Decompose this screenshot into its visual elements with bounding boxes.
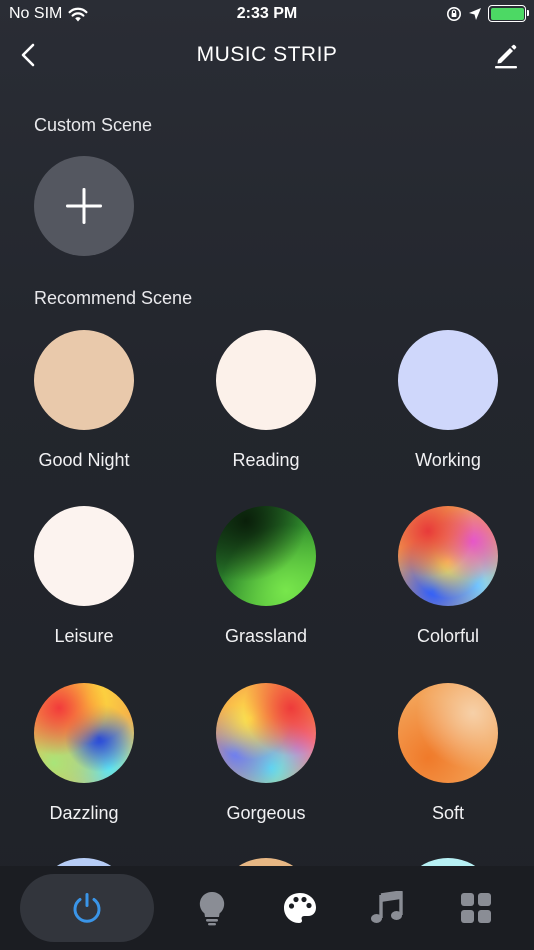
status-bar: No SIM 2:33 PM bbox=[0, 0, 534, 28]
orientation-lock-icon bbox=[447, 6, 461, 21]
tab-light[interactable] bbox=[182, 874, 242, 942]
scene-swatch bbox=[216, 330, 316, 430]
scene-colorful[interactable]: Colorful bbox=[378, 506, 518, 647]
plus-icon bbox=[66, 188, 102, 224]
scene-label: Good Night bbox=[38, 450, 130, 470]
tab-scene[interactable] bbox=[270, 874, 330, 942]
power-icon bbox=[73, 893, 101, 923]
scene-screen: No SIM 2:33 PM MUSIC STRIP Custom Scene … bbox=[0, 0, 534, 950]
tab-more[interactable] bbox=[446, 874, 506, 942]
palette-icon bbox=[284, 893, 316, 923]
scene-label: Dazzling bbox=[49, 803, 119, 823]
grid-icon bbox=[461, 893, 491, 923]
scene-label: Working bbox=[415, 450, 481, 470]
pencil-icon bbox=[495, 44, 517, 69]
scene-working[interactable]: Working bbox=[378, 330, 518, 471]
scene-swatch bbox=[34, 330, 134, 430]
scene-label: Leisure bbox=[54, 626, 114, 646]
tab-music[interactable] bbox=[357, 874, 417, 942]
edit-button[interactable] bbox=[490, 39, 522, 71]
scene-leisure[interactable]: Leisure bbox=[14, 506, 154, 647]
page-title: MUSIC STRIP bbox=[196, 43, 338, 66]
bulb-icon bbox=[199, 891, 225, 926]
music-note-icon bbox=[371, 891, 403, 923]
scene-label: Grassland bbox=[224, 626, 308, 646]
scene-label: Soft bbox=[431, 803, 465, 823]
status-right bbox=[446, 5, 529, 22]
scene-grassland[interactable]: Grassland bbox=[196, 506, 336, 647]
scene-swatch bbox=[216, 683, 316, 783]
scene-good-night[interactable]: Good Night bbox=[14, 330, 154, 471]
add-custom-scene-button[interactable] bbox=[34, 156, 134, 256]
bottom-tab-bar bbox=[0, 866, 534, 950]
scene-soft[interactable]: Soft bbox=[378, 683, 518, 824]
scene-label: Gorgeous bbox=[226, 803, 306, 823]
scene-swatch bbox=[398, 506, 498, 606]
nav-header: MUSIC STRIP bbox=[0, 34, 534, 76]
scene-gorgeous[interactable]: Gorgeous bbox=[196, 683, 336, 824]
scene-reading[interactable]: Reading bbox=[196, 330, 336, 471]
tab-power[interactable] bbox=[20, 874, 154, 942]
scene-swatch bbox=[34, 683, 134, 783]
scene-swatch bbox=[34, 506, 134, 606]
scene-dazzling[interactable]: Dazzling bbox=[14, 683, 154, 824]
scene-label: Reading bbox=[232, 450, 300, 470]
scene-label: Colorful bbox=[416, 626, 480, 646]
custom-scene-label: Custom Scene bbox=[34, 115, 153, 135]
scene-swatch bbox=[398, 683, 498, 783]
recommend-scene-label: Recommend Scene bbox=[34, 288, 193, 308]
battery-level bbox=[490, 7, 524, 20]
scene-swatch bbox=[398, 330, 498, 430]
scene-swatch bbox=[216, 506, 316, 606]
battery-icon bbox=[488, 5, 529, 22]
location-arrow-icon bbox=[469, 7, 481, 20]
